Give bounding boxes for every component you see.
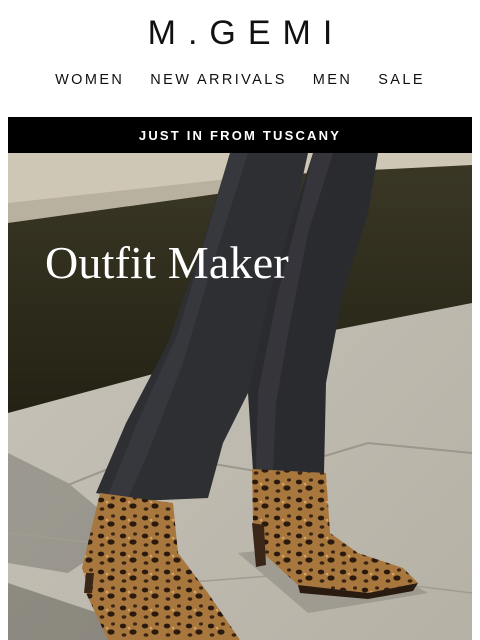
nav-item-men[interactable]: MEN [313, 72, 352, 88]
hero-photo [8, 153, 472, 640]
promo-banner-text: JUST IN FROM TUSCANY [138, 127, 342, 143]
hero-title: Outfit Maker [45, 237, 289, 288]
main-nav: WOMEN NEW ARRIVALS MEN SALE [0, 72, 480, 88]
nav-item-sale[interactable]: SALE [378, 72, 425, 88]
brand-logo[interactable]: M.GEMI [0, 14, 480, 53]
nav-item-new-arrivals[interactable]: NEW ARRIVALS [150, 72, 287, 88]
hero-image[interactable]: Outfit Maker [8, 153, 472, 640]
promo-banner[interactable]: JUST IN FROM TUSCANY [8, 117, 472, 153]
nav-item-women[interactable]: WOMEN [55, 72, 124, 88]
